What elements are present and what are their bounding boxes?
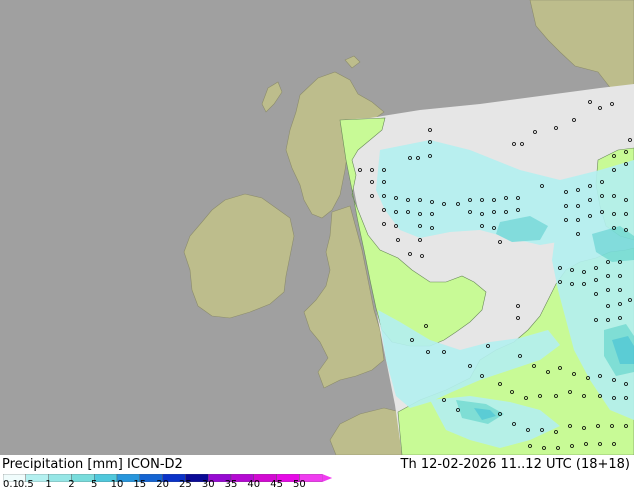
legend-tick-label: 0.5 bbox=[17, 479, 34, 490]
precipitation-map bbox=[0, 0, 634, 455]
legend-tick-label: 20 bbox=[156, 479, 169, 490]
legend-tick-label: 0.1 bbox=[3, 479, 19, 490]
run-info: Th 12-02-2026 11..12 UTC (18+18) bbox=[400, 457, 631, 472]
legend-tick-label: 2 bbox=[68, 479, 75, 490]
legend-tick-label: 10 bbox=[110, 479, 124, 490]
map-title: Precipitation [mm] ICON-D2 bbox=[2, 457, 183, 472]
legend-tick-label: 45 bbox=[270, 479, 283, 490]
legend-tick-label: 1 bbox=[45, 479, 52, 490]
map-footer: Precipitation [mm] ICON-D2 Th 12-02-2026… bbox=[0, 455, 634, 490]
legend-tick-label: 30 bbox=[201, 479, 215, 490]
legend-tick-label: 25 bbox=[179, 479, 192, 490]
legend-tick-label: 35 bbox=[224, 479, 238, 490]
legend-overflow-arrow bbox=[322, 474, 333, 482]
legend-tick-label: 15 bbox=[133, 479, 147, 490]
legend-tick-label: 40 bbox=[247, 479, 261, 490]
legend-tick-label: 50 bbox=[293, 479, 306, 490]
legend-tick-label: 5 bbox=[91, 479, 98, 490]
